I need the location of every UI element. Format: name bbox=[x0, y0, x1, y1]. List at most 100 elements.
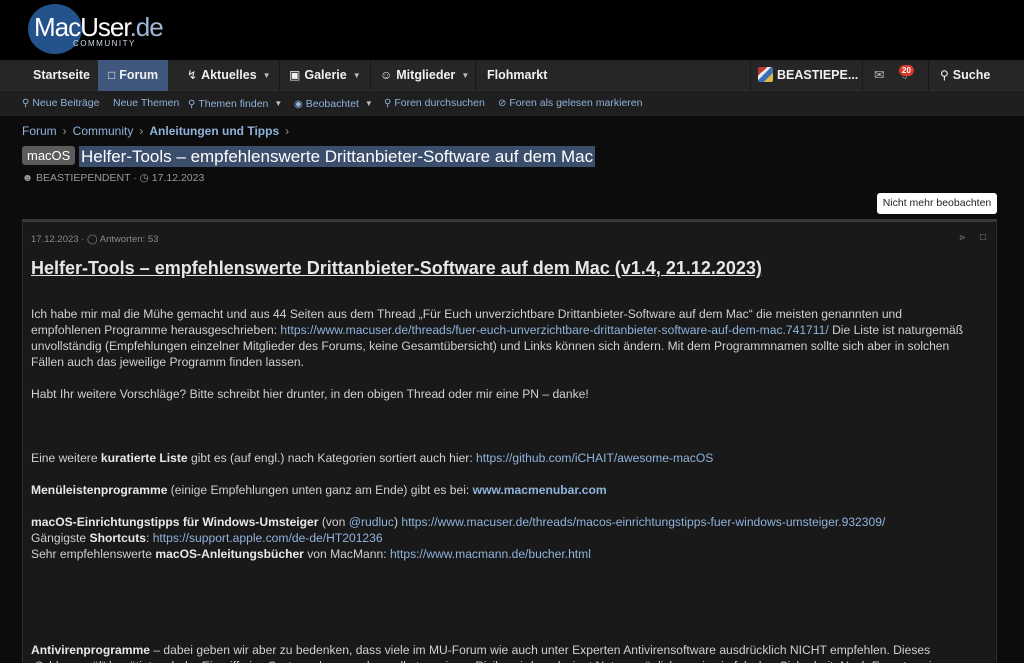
nav-divider bbox=[279, 60, 280, 91]
subnav-themen-finden[interactable]: ⚲ Themen finden ▼ bbox=[188, 91, 282, 116]
subnav-neue-themen-label: Neue Themen bbox=[113, 97, 180, 109]
user-icon: ☻ bbox=[22, 172, 34, 184]
nav-aktuelles[interactable]: ↯ Aktuelles ▼ bbox=[187, 60, 271, 91]
subnav-foren-durchsuchen-label: Foren durchsuchen bbox=[394, 97, 485, 109]
bolt-icon: ↯ bbox=[187, 68, 198, 82]
post-text: Sehr empfehlenswerte bbox=[31, 547, 156, 561]
site-header: MacUser.de COMMUNITY bbox=[0, 0, 1024, 60]
avatar bbox=[758, 67, 773, 82]
post-body: Ich habe mir mal die Mühe gemacht und au… bbox=[31, 306, 971, 663]
thread-author[interactable]: BEASTIEPENDENT bbox=[36, 172, 130, 184]
thread-link[interactable]: https://www.macuser.de/threads/fuer-euch… bbox=[280, 323, 828, 337]
breadcrumb-community[interactable]: Community bbox=[73, 124, 134, 138]
post-title: Helfer-Tools – empfehlenswerte Drittanbi… bbox=[31, 258, 762, 278]
subnav-neue-beitraege-label: Neue Beiträge bbox=[32, 97, 100, 109]
post-text: von MacMann: bbox=[303, 547, 390, 561]
nav-divider bbox=[862, 60, 863, 91]
nav-flohmarkt-label: Flohmarkt bbox=[487, 68, 548, 82]
post-text: Eine weitere bbox=[31, 451, 101, 465]
subnav-mark-read-label: Foren als gelesen markieren bbox=[509, 97, 643, 109]
nav-galerie-label: Galerie bbox=[304, 68, 347, 82]
subnav-beobachtet[interactable]: ◉ Beobachtet ▼ bbox=[294, 91, 373, 116]
nav-mitglieder[interactable]: ☺ Mitglieder ▼ bbox=[380, 60, 469, 91]
eye-icon: ◉ bbox=[294, 99, 303, 110]
chat-icon: ◯ bbox=[87, 234, 98, 245]
macmenubar-link[interactable]: www.macmenubar.com bbox=[473, 483, 607, 497]
post-replies: Antworten: 53 bbox=[99, 234, 159, 245]
chevron-down-icon: ▼ bbox=[352, 71, 361, 80]
post-paragraph: macOS-Einrichtungstipps für Windows-Umst… bbox=[31, 514, 971, 530]
subnav-neue-beitraege[interactable]: ⚲ Neue Beiträge bbox=[22, 91, 99, 116]
subnav-neue-themen[interactable]: Neue Themen bbox=[113, 91, 179, 116]
chevron-right-icon: › bbox=[139, 124, 144, 138]
chevron-down-icon: ▼ bbox=[461, 71, 470, 80]
post-actions: ⪧ □ bbox=[948, 232, 986, 243]
post-paragraph: Habt Ihr weitere Vorschläge? Bitte schre… bbox=[31, 387, 589, 401]
user-menu[interactable]: BEASTIEPE... bbox=[758, 60, 858, 91]
nav-divider bbox=[750, 60, 751, 91]
post-text: – dabei geben wir aber zu bedenken, dass… bbox=[31, 643, 957, 663]
post-text: (von bbox=[318, 515, 349, 529]
post-card: 17.12.2023 · ◯ Antworten: 53 ⪧ □ Helfer-… bbox=[22, 219, 997, 663]
breadcrumb-forum[interactable]: Forum bbox=[22, 124, 57, 138]
alert-count-badge: 20 bbox=[899, 65, 914, 76]
breadcrumb-anleitungen[interactable]: Anleitungen und Tipps bbox=[149, 124, 279, 138]
post-bold-text: Antivirenprogramme bbox=[31, 643, 150, 657]
post-paragraph: Menüleistenprogramme (einige Empfehlunge… bbox=[31, 482, 971, 498]
user-mention-link[interactable]: @rudluc bbox=[349, 515, 394, 529]
unwatch-button[interactable]: Nicht mehr beobachten bbox=[877, 193, 997, 214]
clock-icon: ◷ bbox=[139, 172, 149, 184]
subnav-foren-durchsuchen[interactable]: ⚲ Foren durchsuchen bbox=[384, 91, 485, 116]
post-bold-text: macOS-Anleitungsbücher bbox=[155, 547, 304, 561]
post-bold-text: kuratierte Liste bbox=[100, 451, 188, 465]
thread-prefix-badge[interactable]: macOS bbox=[22, 146, 76, 165]
search-icon: ⚲ bbox=[384, 98, 392, 109]
nav-flohmarkt[interactable]: Flohmarkt bbox=[487, 60, 547, 91]
post-text: Gängigste bbox=[31, 531, 90, 545]
post-paragraph: Eine weitere kuratierte Liste gibt es (a… bbox=[31, 450, 971, 466]
search-icon: ⚲ bbox=[22, 98, 30, 109]
github-link[interactable]: https://github.com/iCHAIT/awesome-macOS bbox=[476, 451, 713, 465]
inbox-icon[interactable]: ✉ bbox=[874, 60, 884, 91]
subnav-beobachtet-label: Beobachtet bbox=[305, 98, 359, 110]
search-icon: ⚲ bbox=[188, 99, 196, 110]
books-link[interactable]: https://www.macmann.de/bucher.html bbox=[390, 547, 591, 561]
thread-meta: ☻ BEASTIEPENDENT · ◷ 17.12.2023 bbox=[22, 172, 205, 184]
nav-forum[interactable]: □ Forum bbox=[98, 60, 169, 91]
post-bold-text: Menüleistenprogramme bbox=[31, 483, 168, 497]
share-icon[interactable]: ⪧ bbox=[960, 232, 966, 243]
search-button[interactable]: ⚲ Suche bbox=[940, 60, 990, 91]
post-paragraph: Ich habe mir mal die Mühe gemacht und au… bbox=[31, 306, 971, 370]
post-paragraph: Sehr empfehlenswerte macOS-Anleitungsbüc… bbox=[31, 546, 971, 562]
search-icon: ⚲ bbox=[940, 68, 949, 82]
thread-title-row: macOS Helfer-Tools – empfehlenswerte Dri… bbox=[22, 146, 596, 167]
search-label: Suche bbox=[952, 68, 991, 82]
windows-tips-link[interactable]: https://www.macuser.de/threads/macos-ein… bbox=[401, 515, 885, 529]
nav-startseite[interactable]: Startseite bbox=[33, 60, 90, 91]
bookmark-icon[interactable]: □ bbox=[980, 232, 986, 243]
thread-date[interactable]: 17.12.2023 bbox=[152, 172, 205, 184]
camera-icon: ▣ bbox=[289, 68, 301, 82]
chat-icon: □ bbox=[108, 68, 116, 82]
nav-galerie[interactable]: ▣ Galerie ▼ bbox=[289, 60, 361, 91]
nav-forum-label: Forum bbox=[119, 68, 159, 82]
nav-divider bbox=[475, 60, 476, 91]
shortcuts-link[interactable]: https://support.apple.com/de-de/HT201236 bbox=[153, 531, 383, 545]
subnav-mark-read[interactable]: ⊘ Foren als gelesen markieren bbox=[498, 91, 642, 116]
chevron-down-icon: ▼ bbox=[274, 99, 283, 108]
chevron-down-icon: ▼ bbox=[262, 71, 271, 80]
logo-main-text: MacUser bbox=[34, 12, 131, 42]
user-name: BEASTIEPE... bbox=[777, 68, 859, 82]
chevron-down-icon: ▼ bbox=[364, 99, 373, 108]
post-text: (einige Empfehlungen unten ganz am Ende)… bbox=[167, 483, 473, 497]
post-paragraph: Antivirenprogramme – dabei geben wir abe… bbox=[31, 642, 971, 663]
nav-startseite-label: Startseite bbox=[33, 68, 90, 82]
logo-subtitle: COMMUNITY bbox=[73, 39, 136, 48]
post-date[interactable]: 17.12.2023 bbox=[31, 234, 79, 245]
post-text: : bbox=[145, 531, 153, 545]
